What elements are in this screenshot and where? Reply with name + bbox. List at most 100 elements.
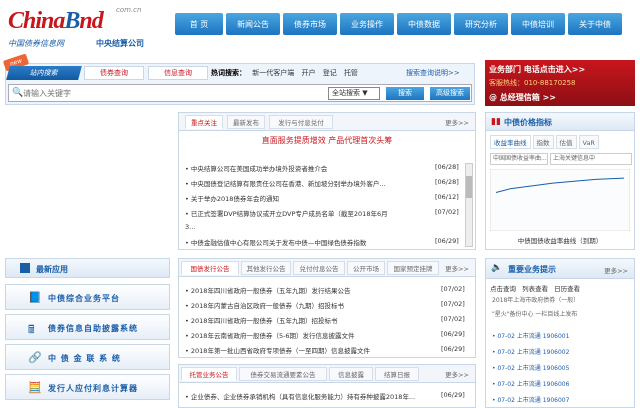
tab-trading-notice[interactable]: 债券交易流通要素公告: [239, 367, 327, 381]
news-panel: 重点关注 最新发布 发行与付息兑付 更多>> 直面服务提质增效 产品代理首次头筹…: [178, 112, 476, 250]
tab-latest[interactable]: 最新发布: [227, 115, 265, 129]
news-item[interactable]: • 中央结算公司在美国成功举办境外投资者推介会: [185, 163, 425, 173]
biz-title: 重要业务提示: [508, 265, 556, 274]
tab-disclosure[interactable]: 信息披露: [329, 367, 373, 381]
contact-promo[interactable]: 业务部门 电话点击进入>> 客服热线：010-88170258 @ 总经理信箱 …: [485, 60, 635, 106]
biz-item[interactable]: "星火"备份中心 一栏目线上发布: [492, 309, 577, 318]
speaker-icon: 🔈: [491, 263, 503, 273]
apps-header: 最新应用: [5, 258, 170, 278]
news-item[interactable]: • 中债金融估值中心有限公司关于发布中债—中国绿色债券指数: [185, 237, 425, 247]
hot-term-link[interactable]: 托管: [344, 69, 358, 77]
search-input[interactable]: [23, 86, 313, 100]
curve-select-2[interactable]: 上海关键信息中: [550, 153, 632, 165]
more-link[interactable]: 更多>>: [445, 263, 469, 273]
hot-term-link[interactable]: 登记: [323, 69, 337, 77]
tab-bond-query[interactable]: 债券查询: [84, 66, 144, 80]
tab-var[interactable]: VaR: [578, 135, 599, 149]
tab-focus[interactable]: 重点关注: [185, 115, 223, 129]
nav-item-home[interactable]: 首 页: [175, 13, 223, 35]
price-title: 中债价格指标: [504, 118, 552, 127]
tab-custody-notice[interactable]: 托管业务公告: [181, 367, 237, 381]
price-tabs: 收益率曲线 指数 估值 VaR: [490, 135, 630, 149]
gm-mailbox-link[interactable]: @ 总经理信箱 >>: [489, 92, 556, 103]
biz-item[interactable]: • 07-02 上市流通 1906002: [492, 347, 569, 356]
news-item[interactable]: • 中央国债登记结算有限责任公司在香港、新加坡分别举办境外客户...: [185, 178, 425, 188]
tab-issuance[interactable]: 发行与付息兑付: [269, 115, 333, 129]
app-comprehensive-platform[interactable]: 📘 中债综合业务平台: [5, 284, 170, 310]
notice-date: [06/29]: [441, 330, 465, 338]
business-tips-panel: 🔈 重要业务提示 更多>> 点击查询 列表查看 日历查看 2018年上海市政府债…: [485, 258, 635, 408]
notice-date: [07/02]: [441, 300, 465, 308]
news-date: [07/02]: [435, 208, 459, 216]
chinabond-logo[interactable]: ChinaBnd com.cn 中国债券信息网 中央结算公司: [8, 6, 158, 48]
chart-caption: 中债国债收益率曲线（到期）: [517, 237, 603, 245]
tab-list-view[interactable]: 列表查看: [522, 285, 548, 293]
nav-item-news[interactable]: 新闻公告: [226, 13, 280, 35]
notice-item[interactable]: • 2018年内蒙古自治区政府一般债券（九期）招投标书: [185, 300, 425, 310]
news-date: [06/12]: [435, 193, 459, 201]
tab-calendar-view[interactable]: 日历查看: [554, 285, 580, 293]
nav-item-market[interactable]: 债券市场: [283, 13, 337, 35]
news-item[interactable]: • 已正式签署DVP结算协议或开立DVP专户成员名单（截至2018年6月: [185, 208, 425, 218]
tab-site-search[interactable]: 站内搜索: [6, 66, 82, 80]
chart-frame: [490, 169, 630, 231]
app-jinlian-system[interactable]: 🔗 中 债 金 联 系 统: [5, 344, 170, 370]
biz-item[interactable]: 2018年上海市政府债券（一般）: [492, 295, 579, 304]
nav-item-training[interactable]: 中债培训: [511, 13, 565, 35]
search-help-link[interactable]: 搜索查询说明>>: [406, 68, 460, 78]
hot-term-link[interactable]: 开户: [301, 69, 315, 77]
calculator-icon: 🖩: [28, 323, 35, 336]
notice-item[interactable]: • 2018年四川省政府一般债券（五年九期）发行结果公告: [185, 285, 425, 295]
search-button[interactable]: 搜索: [386, 87, 424, 100]
curve-select[interactable]: 中国国债收益率曲...: [490, 153, 548, 165]
scrollbar-thumb[interactable]: [466, 176, 472, 198]
tab-index[interactable]: 指数: [532, 135, 554, 149]
tab-click-query[interactable]: 点击查询: [490, 285, 516, 293]
more-link[interactable]: 更多>>: [604, 265, 628, 275]
tab-listing[interactable]: 国家预定挂牌: [387, 261, 439, 275]
more-link[interactable]: 更多>>: [445, 117, 469, 127]
bar-chart-icon: ▮▮: [491, 117, 501, 127]
biz-item[interactable]: • 07-02 上市流通 1906006: [492, 379, 569, 388]
main-nav: 首 页 新闻公告 债券市场 业务操作 中债数据 研究分析 中债培训 关于中债: [175, 13, 622, 35]
network-icon: 🔗: [28, 351, 42, 364]
news-scrollbar[interactable]: [465, 163, 473, 247]
app-interest-calculator[interactable]: 🧮 发行人应付利息计算器: [5, 374, 170, 400]
tab-payment-notice[interactable]: 兑付付息公告: [293, 261, 345, 275]
more-link[interactable]: 更多>>: [445, 369, 469, 379]
news-item-continued[interactable]: 3...: [185, 223, 425, 231]
news-item[interactable]: • 关于举办2018债券年会的通知: [185, 193, 425, 203]
biz-item[interactable]: • 07-02 上市流通 1906005: [492, 363, 569, 372]
calculator-icon: 🧮: [28, 381, 42, 394]
tab-other-notice[interactable]: 其他发行公告: [241, 261, 291, 275]
tab-info-query[interactable]: 信息查询: [148, 66, 208, 80]
app-disclosure-system[interactable]: 🖩 债券信息自助披露系统: [5, 314, 170, 340]
tab-valuation[interactable]: 估值: [555, 135, 577, 149]
dept-phone-link[interactable]: 业务部门 电话点击进入>>: [489, 64, 585, 75]
custody-item[interactable]: • 企业债券、企业债券承销机构（具有信息化服务能力）持有券种披露2018年...: [185, 391, 425, 401]
nav-item-about[interactable]: 关于中债: [568, 13, 622, 35]
biz-item[interactable]: • 07-02 上市流通 1906001: [492, 331, 569, 340]
notice-tabs: 国债发行公告 其他发行公告 兑付付息公告 公开市场 国家预定挂牌 更多>>: [179, 259, 475, 277]
notice-item[interactable]: • 2018年四川省政府一般债券（五年九期）招投标书: [185, 315, 425, 325]
notice-date: [07/02]: [441, 315, 465, 323]
biz-item[interactable]: • 07-02 上市流通 1906007: [492, 395, 569, 404]
tab-treasury-notice[interactable]: 国债发行公告: [181, 261, 239, 275]
advanced-search-button[interactable]: 高级搜索: [430, 87, 470, 100]
platform-icon: 📘: [28, 291, 42, 304]
custody-date: [06/29]: [441, 391, 465, 399]
search-panel: new 站内搜索 债券查询 信息查询 热词搜索： 新一代客户端 开户 登记 托管…: [2, 53, 475, 105]
price-header: ▮▮ 中债价格指标: [486, 113, 634, 131]
app-label: 中债综合业务平台: [48, 294, 120, 303]
notice-item[interactable]: • 2018年云南省政府一般债券（5-6期）发行信息披露文件: [185, 330, 425, 340]
tab-open-market[interactable]: 公开市场: [347, 261, 385, 275]
news-headline-banner[interactable]: 直面服务提质增效 产品代理首次头筹: [179, 135, 475, 146]
nav-item-operations[interactable]: 业务操作: [340, 13, 394, 35]
tab-settlement-daily[interactable]: 结算日报: [375, 367, 419, 381]
nav-item-data[interactable]: 中债数据: [397, 13, 451, 35]
notice-item[interactable]: • 2018年第一批山西省政府专项债券（一至四期）信息披露文件: [185, 345, 425, 355]
hot-term-link[interactable]: 新一代客户端: [252, 69, 294, 77]
nav-item-research[interactable]: 研究分析: [454, 13, 508, 35]
search-scope-select[interactable]: 全站搜索 ▼: [328, 87, 380, 100]
tab-yield-curve[interactable]: 收益率曲线: [490, 135, 531, 149]
